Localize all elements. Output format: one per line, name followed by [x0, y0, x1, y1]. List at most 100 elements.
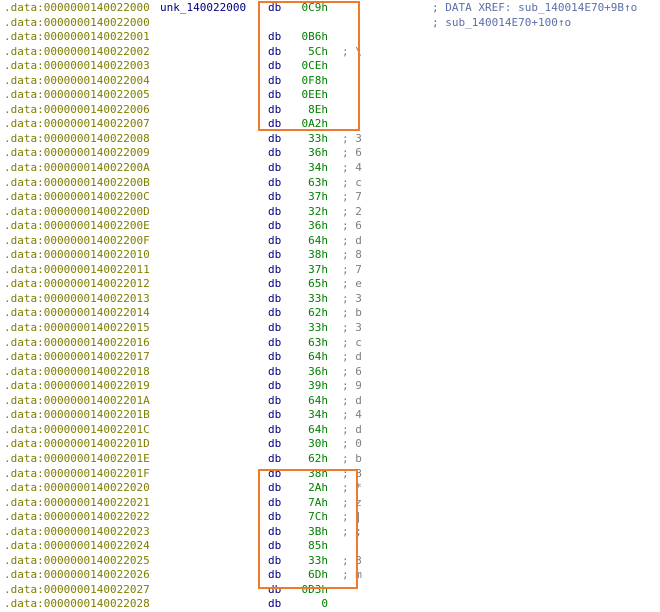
operand-value: 64h: [308, 393, 328, 407]
listing-row[interactable]: .data:0000000140022025 db 33h ; 3: [4, 554, 656, 569]
disassembly-listing[interactable]: .data:0000000140022000 unk_140022000 db 0C9…: [4, 1, 656, 612]
mnemonic: db: [268, 451, 282, 465]
listing-row[interactable]: .data:0000000140022021 db 7Ah ; z: [4, 496, 656, 511]
listing-row[interactable]: .data:0000000140022020 db 2Ah ; *: [4, 481, 656, 496]
char-comment: ; d: [342, 422, 362, 436]
mnemonic: db: [268, 30, 282, 44]
listing-row[interactable]: .data:000000014002201E db 62h ; b: [4, 452, 656, 467]
char-comment: ; 3: [342, 553, 362, 567]
listing-row[interactable]: .data:0000000140022007 db 0A2h: [4, 117, 656, 132]
mnemonic: db: [268, 1, 282, 14]
mnemonic: db: [268, 379, 282, 393]
mnemonic: db: [268, 306, 282, 320]
char-comment: ; b: [342, 451, 362, 465]
operand-value: 65h: [308, 277, 328, 291]
operand-value: 0B6h: [301, 30, 329, 44]
listing-row[interactable]: .data:0000000140022012 db 65h ; e: [4, 277, 656, 292]
address-label: .data:000000014002201A: [4, 393, 150, 407]
operand-value: 34h: [308, 161, 328, 175]
char-comment: ; 6: [342, 364, 362, 378]
address-label: .data:0000000140022018: [4, 364, 150, 378]
listing-row[interactable]: .data:0000000140022017 db 64h ; d: [4, 350, 656, 365]
listing-row[interactable]: .data:0000000140022016 db 63h ; c: [4, 336, 656, 351]
operand-value: 33h: [308, 553, 328, 567]
listing-row[interactable]: .data:000000014002200C db 37h ; 7: [4, 190, 656, 205]
listing-row[interactable]: .data:000000014002200B db 63h ; c: [4, 176, 656, 191]
operand-value: 62h: [308, 451, 328, 465]
mnemonic: db: [268, 510, 282, 524]
address-label: .data:0000000140022019: [4, 379, 150, 393]
address-label: .data:0000000140022021: [4, 495, 150, 509]
listing-row[interactable]: .data:0000000140022009 db 36h ; 6: [4, 146, 656, 161]
operand-value: 34h: [308, 408, 328, 422]
address-label: .data:0000000140022000: [4, 1, 150, 14]
char-comment: ; m: [342, 568, 362, 582]
operand-value: 3Bh: [308, 524, 328, 538]
listing-row[interactable]: .data:000000014002201A db 64h ; d: [4, 394, 656, 409]
address-label: .data:0000000140022008: [4, 131, 150, 145]
listing-row[interactable]: .data:0000000140022003 db 0CEh: [4, 59, 656, 74]
mnemonic: db: [268, 350, 282, 364]
listing-row[interactable]: .data:000000014002201F db 38h ; 8: [4, 467, 656, 482]
mnemonic: db: [268, 248, 282, 262]
address-label: .data:0000000140022016: [4, 335, 150, 349]
listing-row[interactable]: .data:0000000140022006 db 8Eh: [4, 103, 656, 118]
listing-row[interactable]: .data:0000000140022019 db 39h ; 9: [4, 379, 656, 394]
listing-row[interactable]: .data:000000014002200A db 34h ; 4: [4, 161, 656, 176]
xref-comment[interactable]: ; sub_140014E70+100↑o: [432, 16, 571, 31]
mnemonic: db: [268, 44, 282, 58]
listing-row[interactable]: .data:0000000140022018 db 36h ; 6: [4, 365, 656, 380]
char-comment: ; 7: [342, 190, 362, 204]
listing-row[interactable]: .data:0000000140022022 db 7Ch ; |: [4, 510, 656, 525]
address-label: .data:0000000140022025: [4, 553, 150, 567]
listing-row[interactable]: .data:0000000140022024 db 85h: [4, 539, 656, 554]
char-comment: ; 3: [342, 321, 362, 335]
listing-row[interactable]: .data:000000014002201D db 30h ; 0: [4, 437, 656, 452]
listing-row[interactable]: .data:0000000140022002 db 5Ch ; \: [4, 45, 656, 60]
listing-row[interactable]: .data:0000000140022013 db 33h ; 3: [4, 292, 656, 307]
symbol-label[interactable]: unk_140022000: [160, 1, 246, 16]
listing-row[interactable]: .data:0000000140022023 db 3Bh ; ;: [4, 525, 656, 540]
mnemonic: db: [268, 73, 282, 87]
address-label: .data:0000000140022012: [4, 277, 150, 291]
address-label: .data:000000014002200B: [4, 175, 150, 189]
operand-value: 64h: [308, 350, 328, 364]
char-comment: ; 3: [342, 291, 362, 305]
listing-row[interactable]: .data:0000000140022014 db 62h ; b: [4, 306, 656, 321]
char-comment: ; 4: [342, 408, 362, 422]
listing-row[interactable]: .data:0000000140022010 db 38h ; 8: [4, 248, 656, 263]
mnemonic: db: [268, 495, 282, 509]
listing-row[interactable]: .data:0000000140022001 db 0B6h: [4, 30, 656, 45]
listing-row[interactable]: .data:0000000140022011 db 37h ; 7: [4, 263, 656, 278]
listing-row[interactable]: .data:000000014002201B db 34h ; 4: [4, 408, 656, 423]
address-label: .data:0000000140022003: [4, 59, 150, 73]
operand-value: 33h: [308, 321, 328, 335]
listing-row[interactable]: .data:0000000140022027 db 0D3h: [4, 583, 656, 598]
listing-row[interactable]: .data:0000000140022004 db 0F8h: [4, 74, 656, 89]
listing-row[interactable]: .data:0000000140022000 ; sub_140014E70+10…: [4, 16, 656, 31]
listing-row[interactable]: .data:0000000140022026 db 6Dh ; m: [4, 568, 656, 583]
listing-row[interactable]: .data:0000000140022028 db 0: [4, 597, 656, 612]
mnemonic: db: [268, 408, 282, 422]
listing-row[interactable]: .data:0000000140022015 db 33h ; 3: [4, 321, 656, 336]
listing-row[interactable]: .data:000000014002200D db 32h ; 2: [4, 205, 656, 220]
xref-comment[interactable]: ; DATA XREF: sub_140014E70+9B↑o: [432, 1, 637, 16]
address-label: .data:000000014002200A: [4, 161, 150, 175]
char-comment: ; b: [342, 306, 362, 320]
listing-row[interactable]: .data:0000000140022008 db 33h ; 3: [4, 132, 656, 147]
listing-row[interactable]: .data:000000014002200F db 64h ; d: [4, 234, 656, 249]
mnemonic: db: [268, 59, 282, 73]
operand-value: 36h: [308, 219, 328, 233]
char-comment: ; 7: [342, 262, 362, 276]
listing-row[interactable]: .data:0000000140022005 db 0EEh: [4, 88, 656, 103]
listing-row[interactable]: .data:000000014002201C db 64h ; d: [4, 423, 656, 438]
char-comment: ; 9: [342, 379, 362, 393]
char-comment: ; ;: [342, 524, 362, 538]
listing-row[interactable]: .data:000000014002200E db 36h ; 6: [4, 219, 656, 234]
address-label: .data:0000000140022006: [4, 102, 150, 116]
operand-value: 0A2h: [301, 117, 329, 131]
address-label: .data:0000000140022002: [4, 44, 150, 58]
address-label: .data:0000000140022001: [4, 30, 150, 44]
listing-row[interactable]: .data:0000000140022000 unk_140022000 db 0C9…: [4, 1, 656, 16]
mnemonic: db: [268, 204, 282, 218]
